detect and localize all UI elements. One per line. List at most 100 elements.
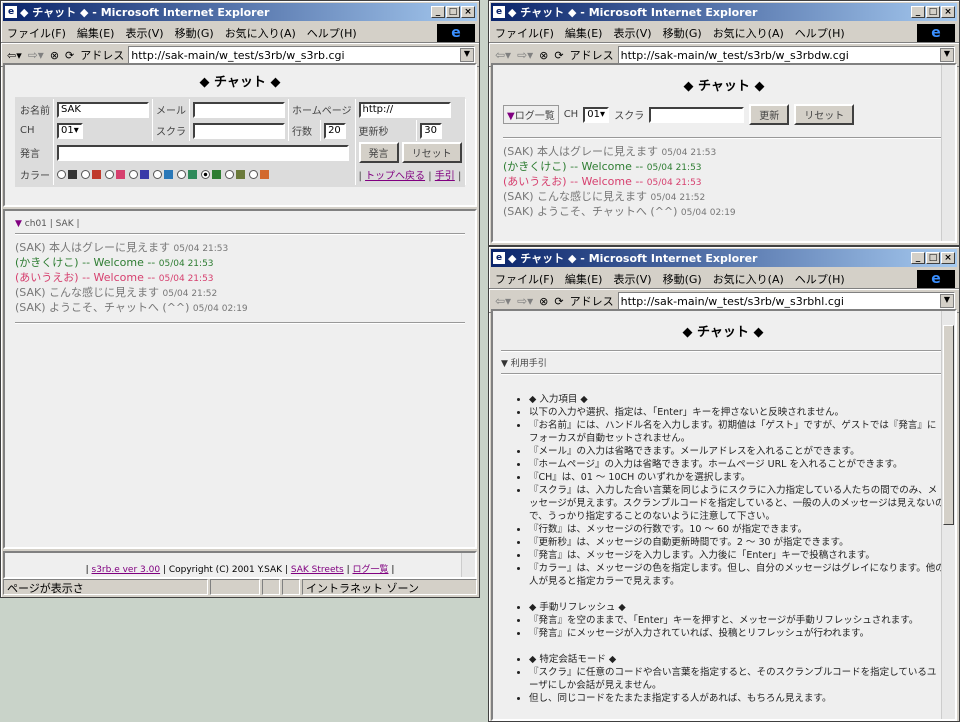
help-item: 『メール』の入力は省略できます。メールアドレスを入れることができます。	[529, 445, 945, 458]
maximize-button[interactable]: □	[926, 252, 940, 264]
reset-button[interactable]: リセット	[794, 104, 855, 125]
message: (SAK) ようこそ、チャットへ (^^) 05/04 02:19	[15, 301, 248, 314]
help-item: 『発言』を空のままで、「Enter」キーを押すと、メッセージが手動リフレッシュさ…	[529, 614, 945, 627]
scrollbar[interactable]	[941, 311, 955, 719]
page-title: ◆ チャット ◆	[199, 75, 281, 90]
name-input[interactable]: SAK	[57, 101, 149, 118]
mail-input[interactable]	[193, 101, 285, 118]
color-radio[interactable]	[225, 169, 234, 179]
footer-frame: | s3rb.e ver 3.00 | Copyright (C) 2001 Y…	[3, 551, 477, 579]
minimize-button[interactable]: _	[911, 6, 925, 18]
stop-button[interactable]: ⊗	[539, 49, 548, 62]
ch-select[interactable]: 01▾	[57, 122, 83, 139]
menu-view[interactable]: 表示(V)	[125, 25, 163, 41]
color-radio[interactable]	[153, 169, 162, 179]
menu-bar: ファイル(F) 編集(E) 表示(V) 移動(G) お気に入り(A) ヘルプ(H) e	[489, 23, 959, 43]
chat-form: お名前 SAK メール ホームページ http:// CH 01▾ スクラ 行数 20 更新秒 30…	[15, 97, 466, 187]
minimize-button[interactable]: _	[431, 6, 445, 18]
chat-form-frame: ◆ チャット ◆ お名前 SAK メール ホームページ http:// CH 01▾ スクラ…	[3, 63, 477, 207]
color-radio[interactable]	[81, 169, 90, 179]
menu-edit[interactable]: 編集(E)	[77, 25, 115, 41]
color-picker	[53, 164, 356, 185]
back-button[interactable]: ⇦▾	[495, 48, 511, 62]
log-frame: ◆ チャット ◆ ▼ログ一覧 CH 01▾ スクラ 更新 リセット (SAK) 本人…	[491, 63, 957, 243]
ie-logo: e	[917, 24, 955, 42]
color-swatch	[140, 169, 149, 179]
help-item: ◆ 入力項目 ◆	[529, 393, 945, 406]
color-swatch	[116, 169, 125, 179]
title-bar: e ◆ チャット ◆ - Microsoft Internet Explorer _…	[3, 3, 477, 21]
stop-button[interactable]: ⊗	[539, 295, 548, 308]
ie-icon: e	[493, 252, 505, 264]
forward-button[interactable]: ⇨▾	[517, 48, 533, 62]
scrollbar[interactable]	[941, 65, 955, 241]
scra-input[interactable]	[193, 122, 285, 139]
homepage-input[interactable]: http://	[358, 101, 451, 118]
back-button[interactable]: ⇦▾	[495, 294, 511, 308]
say-input[interactable]	[57, 144, 349, 161]
color-radio[interactable]	[201, 169, 210, 179]
refresh-input[interactable]: 30	[420, 122, 443, 139]
refresh-button[interactable]: ⟳	[554, 295, 563, 308]
close-button[interactable]: ×	[461, 6, 475, 18]
forward-button[interactable]: ⇨▾	[28, 48, 44, 62]
help-item: 『行数』は、メッセージの行数です。10 ～ 60 が指定できます。	[529, 523, 945, 536]
color-swatch	[188, 169, 197, 179]
browser-window-main: e ◆ チャット ◆ - Microsoft Internet Explorer _…	[0, 0, 480, 598]
address-dropdown[interactable]: ▼	[940, 294, 954, 308]
color-radio[interactable]	[57, 169, 66, 179]
color-label: カラー	[17, 164, 54, 185]
help-item: 『更新秒』は、メッセージの自動更新時間です。2 ～ 30 が指定できます。	[529, 536, 945, 549]
menu-file[interactable]: ファイル(F)	[7, 25, 66, 41]
help-item: 但し、同じコードをたまたま指定する人があれば、もちろん見えます。	[529, 692, 945, 705]
ie-icon: e	[493, 6, 505, 18]
stop-button[interactable]: ⊗	[50, 49, 59, 62]
help-item: 『カラー』は、メッセージの色を指定します。但し、自分のメッセージはグレイになりま…	[529, 562, 945, 588]
sak-streets-link[interactable]: SAK Streets	[291, 565, 344, 575]
menu-go[interactable]: 移動(G)	[175, 25, 214, 41]
help-item: 『ホームページ』の入力は省略できます。ホームページ URL を入れることができま…	[529, 458, 945, 471]
scra-input[interactable]	[649, 106, 745, 123]
update-button[interactable]: 更新	[749, 104, 790, 125]
menu-bar: ファイル(F) 編集(E) 表示(V) 移動(G) お気に入り(A) ヘルプ(H) e	[1, 23, 479, 43]
forward-button[interactable]: ⇨▾	[517, 294, 533, 308]
reset-button[interactable]: リセット	[401, 142, 462, 163]
address-input[interactable]: http://sak-main/w_test/s3rb/w_s3rb.cgi ▼	[128, 46, 475, 64]
help-link[interactable]: 手引	[435, 171, 455, 182]
ie-logo: e	[437, 24, 475, 42]
message: (かきくけこ) -- Welcome -- 05/04 21:53	[503, 160, 702, 173]
message: (SAK) ようこそ、チャットへ (^^) 05/04 02:19	[503, 205, 736, 218]
log-list-link[interactable]: ▼ログ一覧	[503, 105, 559, 124]
color-radio[interactable]	[129, 169, 138, 179]
title-bar: e ◆ チャット ◆ - Microsoft Internet Explorer _…	[491, 3, 957, 21]
ie-icon: e	[5, 6, 17, 18]
menu-help[interactable]: ヘルプ(H)	[307, 25, 357, 41]
address-dropdown[interactable]: ▼	[940, 48, 954, 62]
close-button[interactable]: ×	[941, 252, 955, 264]
color-radio[interactable]	[177, 169, 186, 179]
color-radio[interactable]	[249, 169, 258, 179]
say-button[interactable]: 発言	[358, 142, 399, 163]
minimize-button[interactable]: _	[911, 252, 925, 264]
version-link[interactable]: s3rb.e ver 3.00	[92, 565, 161, 575]
close-button[interactable]: ×	[941, 6, 955, 18]
maximize-button[interactable]: □	[926, 6, 940, 18]
back-button[interactable]: ⇦▾	[7, 49, 22, 62]
scroll-thumb[interactable]	[943, 325, 954, 525]
ch-select[interactable]: 01▾	[583, 106, 610, 123]
address-dropdown[interactable]: ▼	[460, 48, 474, 62]
address-input[interactable]: http://sak-main/w_test/s3rb/w_s3rbhl.cgi…	[617, 292, 955, 310]
lines-input[interactable]: 20	[324, 122, 347, 139]
scrollbar[interactable]	[461, 553, 475, 577]
help-item: 『スクラ』に任意のコードや合い言葉を指定すると、そのスクランブルコードを指定して…	[529, 666, 945, 692]
refresh-button[interactable]: ⟳	[65, 49, 74, 62]
top-link[interactable]: トップへ戻る	[365, 171, 425, 182]
help-item: 『スクラ』は、入力した合い言葉を同じようにスクラに入力指定している人たちの間での…	[529, 484, 945, 523]
message: (SAK) こんな感じに見えます 05/04 21:52	[503, 190, 706, 203]
address-input[interactable]: http://sak-main/w_test/s3rb/w_s3rbdw.cgi…	[617, 46, 955, 64]
log-list-link[interactable]: ログ一覧	[352, 565, 388, 575]
color-radio[interactable]	[105, 169, 114, 179]
menu-favorites[interactable]: お気に入り(A)	[225, 25, 296, 41]
refresh-button[interactable]: ⟳	[554, 49, 563, 62]
maximize-button[interactable]: □	[446, 6, 460, 18]
